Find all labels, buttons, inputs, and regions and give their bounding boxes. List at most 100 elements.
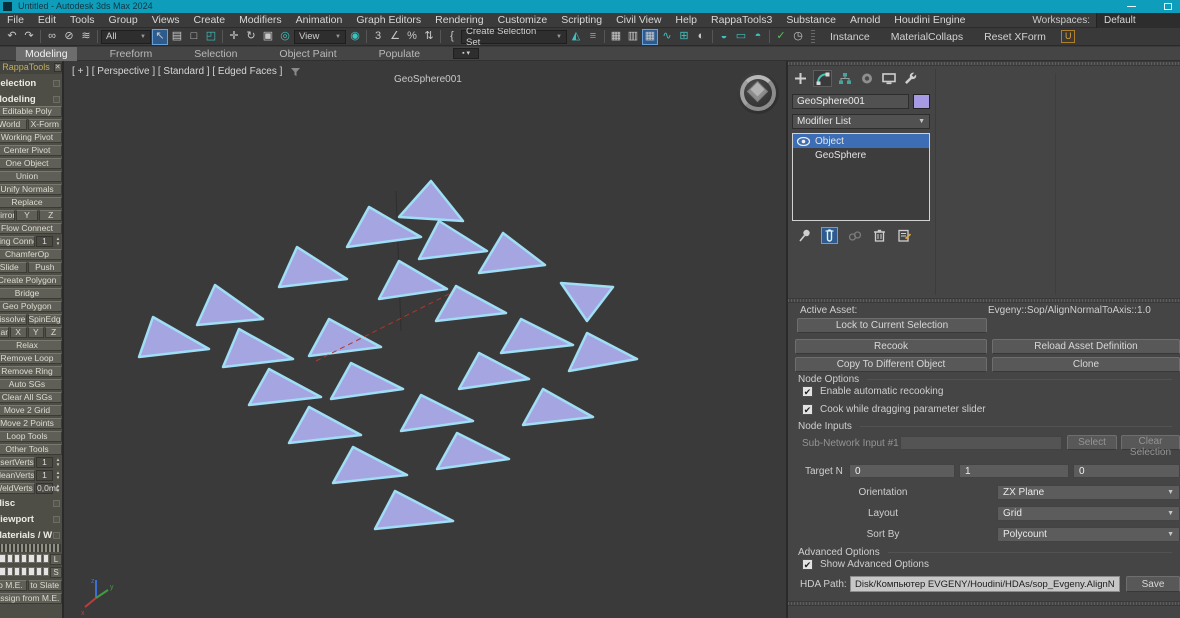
target-n-field-2[interactable]: [959, 464, 1069, 478]
subnetwork-select-button[interactable]: Select: [1067, 435, 1117, 450]
reference-coordinate-dropdown[interactable]: View▼: [294, 30, 346, 44]
dissolve-button[interactable]: Dissolve: [0, 314, 27, 325]
cleanverts-value[interactable]: 1: [36, 470, 53, 481]
create-tab[interactable]: [791, 70, 810, 87]
sort-by-dropdown[interactable]: Polycount ▼: [997, 527, 1180, 542]
history-clock-icon[interactable]: ◷: [790, 29, 806, 45]
menu-views[interactable]: Views: [145, 14, 187, 26]
menu-animation[interactable]: Animation: [289, 14, 350, 26]
visibility-eye-icon[interactable]: [797, 137, 810, 146]
remove-ring-button[interactable]: Remove Ring: [0, 366, 62, 377]
rollout-toggle-icon[interactable]: [53, 516, 60, 523]
ribbon-config-dropdown[interactable]: ▪ ▾: [453, 48, 479, 59]
geosphere-triangle-face[interactable]: [437, 433, 509, 469]
planar-button[interactable]: Planar: [0, 327, 9, 338]
show-advanced-options-checkbox[interactable]: ✔: [802, 559, 813, 570]
weldverts-value[interactable]: 0,0mr: [36, 483, 53, 494]
geosphere-triangle-face[interactable]: [331, 363, 403, 399]
move-2-grid-button[interactable]: Move 2 Grid: [0, 405, 62, 416]
menu-help[interactable]: Help: [668, 14, 704, 26]
enable-auto-recook-checkbox[interactable]: ✔: [802, 386, 813, 397]
subnetwork-input-field[interactable]: [900, 436, 1062, 450]
material-swatch[interactable]: [28, 554, 34, 563]
loop-tools-button[interactable]: Loop Tools: [0, 431, 62, 442]
sidebar-section-materials-w[interactable]: Materials / W: [0, 529, 63, 542]
geosphere-triangle-face[interactable]: [279, 247, 347, 287]
relax-button[interactable]: Relax: [0, 340, 62, 351]
reload-asset-definition-button[interactable]: Reload Asset Definition: [992, 339, 1180, 354]
scene-explorer-icon[interactable]: ▦: [608, 29, 624, 45]
menu-create[interactable]: Create: [187, 14, 233, 26]
z-button[interactable]: Z: [45, 327, 62, 338]
materialcollaps-button[interactable]: MaterialCollaps: [881, 31, 973, 43]
ring-connect-button[interactable]: Ring Connect: [0, 236, 35, 247]
stack-item-object[interactable]: Object: [793, 134, 929, 148]
working-pivot-button[interactable]: Working Pivot: [0, 132, 62, 143]
auto-sgs-button[interactable]: Auto SGs: [0, 379, 62, 390]
ribbon-toggle-icon[interactable]: ▦: [642, 29, 658, 45]
move-2-points-button[interactable]: Move 2 Points: [0, 418, 62, 429]
instance-button[interactable]: Instance: [820, 31, 880, 43]
rollout-toggle-icon[interactable]: [53, 500, 60, 507]
target-n-field-3[interactable]: [1073, 464, 1180, 478]
use-pivot-point-icon[interactable]: ◉: [347, 29, 363, 45]
display-tab[interactable]: [879, 70, 898, 87]
one-object-button[interactable]: One Object: [0, 158, 62, 169]
filter-funnel-icon[interactable]: [290, 67, 301, 77]
tab-modeling[interactable]: Modeling: [16, 47, 77, 61]
weldverts-button[interactable]: WeldVerts: [0, 483, 35, 494]
tab-populate[interactable]: Populate: [370, 47, 429, 61]
cook-while-dragging-checkbox[interactable]: ✔: [802, 404, 813, 415]
slide-button[interactable]: Slide: [0, 262, 27, 273]
remove-loop-button[interactable]: Remove Loop: [0, 353, 62, 364]
spinner-snap-icon[interactable]: ⇅: [421, 29, 437, 45]
cleanverts-button[interactable]: CleanVerts: [0, 470, 35, 481]
sidebar-section-selection[interactable]: Selection: [0, 77, 63, 90]
view-navigation-gizmo[interactable]: [737, 72, 779, 114]
insertverts-value[interactable]: 1: [36, 457, 53, 468]
clone-button[interactable]: Clone: [992, 357, 1180, 372]
select-object-icon[interactable]: ↖: [152, 29, 168, 45]
menu-scripting[interactable]: Scripting: [554, 14, 609, 26]
snaps-toggle-icon[interactable]: 3: [370, 29, 386, 45]
utilities-tab[interactable]: [901, 70, 920, 87]
remove-modifier-icon[interactable]: [871, 227, 888, 244]
schematic-view-icon[interactable]: ⊞: [676, 29, 692, 45]
select-and-place-icon[interactable]: ◎: [277, 29, 293, 45]
restore-button[interactable]: [1164, 3, 1172, 10]
menu-graph-editors[interactable]: Graph Editors: [349, 14, 428, 26]
geosphere-triangle-face[interactable]: [249, 369, 321, 405]
material-swatch[interactable]: [43, 554, 49, 563]
x-form-button[interactable]: X-Form: [28, 119, 63, 130]
menu-file[interactable]: File: [0, 14, 31, 26]
editable-poly-button[interactable]: Editable Poly: [0, 106, 62, 117]
perspective-viewport[interactable]: [ + ] [ Perspective ] [ Standard ] [ Edg…: [66, 61, 785, 618]
select-and-move-icon[interactable]: ✛: [226, 29, 242, 45]
s-swatch-button[interactable]: S: [50, 567, 62, 578]
geosphere-triangle-face[interactable]: [501, 319, 573, 353]
insertverts-button[interactable]: InsertVerts: [0, 457, 35, 468]
clear-all-sgs-button[interactable]: Clear All SGs: [0, 392, 62, 403]
select-and-link-icon[interactable]: ∞: [44, 29, 60, 45]
tab-object-paint[interactable]: Object Paint: [270, 47, 345, 61]
motion-tab[interactable]: [857, 70, 876, 87]
layout-dropdown[interactable]: Grid ▼: [997, 506, 1180, 521]
chamferop-button[interactable]: ChamferOp: [0, 249, 62, 260]
modifier-stack[interactable]: ObjectGeoSphere: [792, 133, 930, 221]
spinedge-button[interactable]: SpinEdge: [28, 314, 63, 325]
geosphere-triangle-face[interactable]: [197, 285, 263, 325]
to-m-e-button[interactable]: to M.E.: [0, 580, 27, 591]
sidebar-section-viewport[interactable]: Viewport: [0, 513, 63, 526]
y-button[interactable]: Y: [28, 327, 45, 338]
hda-path-field[interactable]: [850, 576, 1120, 592]
world-button[interactable]: World: [0, 119, 27, 130]
select-and-rotate-icon[interactable]: ↻: [243, 29, 259, 45]
geosphere-triangle-face[interactable]: [399, 181, 463, 221]
toolbar-drag-handle[interactable]: [811, 30, 815, 44]
menu-group[interactable]: Group: [102, 14, 145, 26]
material-swatch[interactable]: [21, 567, 27, 576]
target-n-field-1[interactable]: [849, 464, 955, 478]
minimize-button[interactable]: [1127, 6, 1136, 7]
material-swatch[interactable]: [28, 567, 34, 576]
menu-arnold[interactable]: Arnold: [843, 14, 887, 26]
